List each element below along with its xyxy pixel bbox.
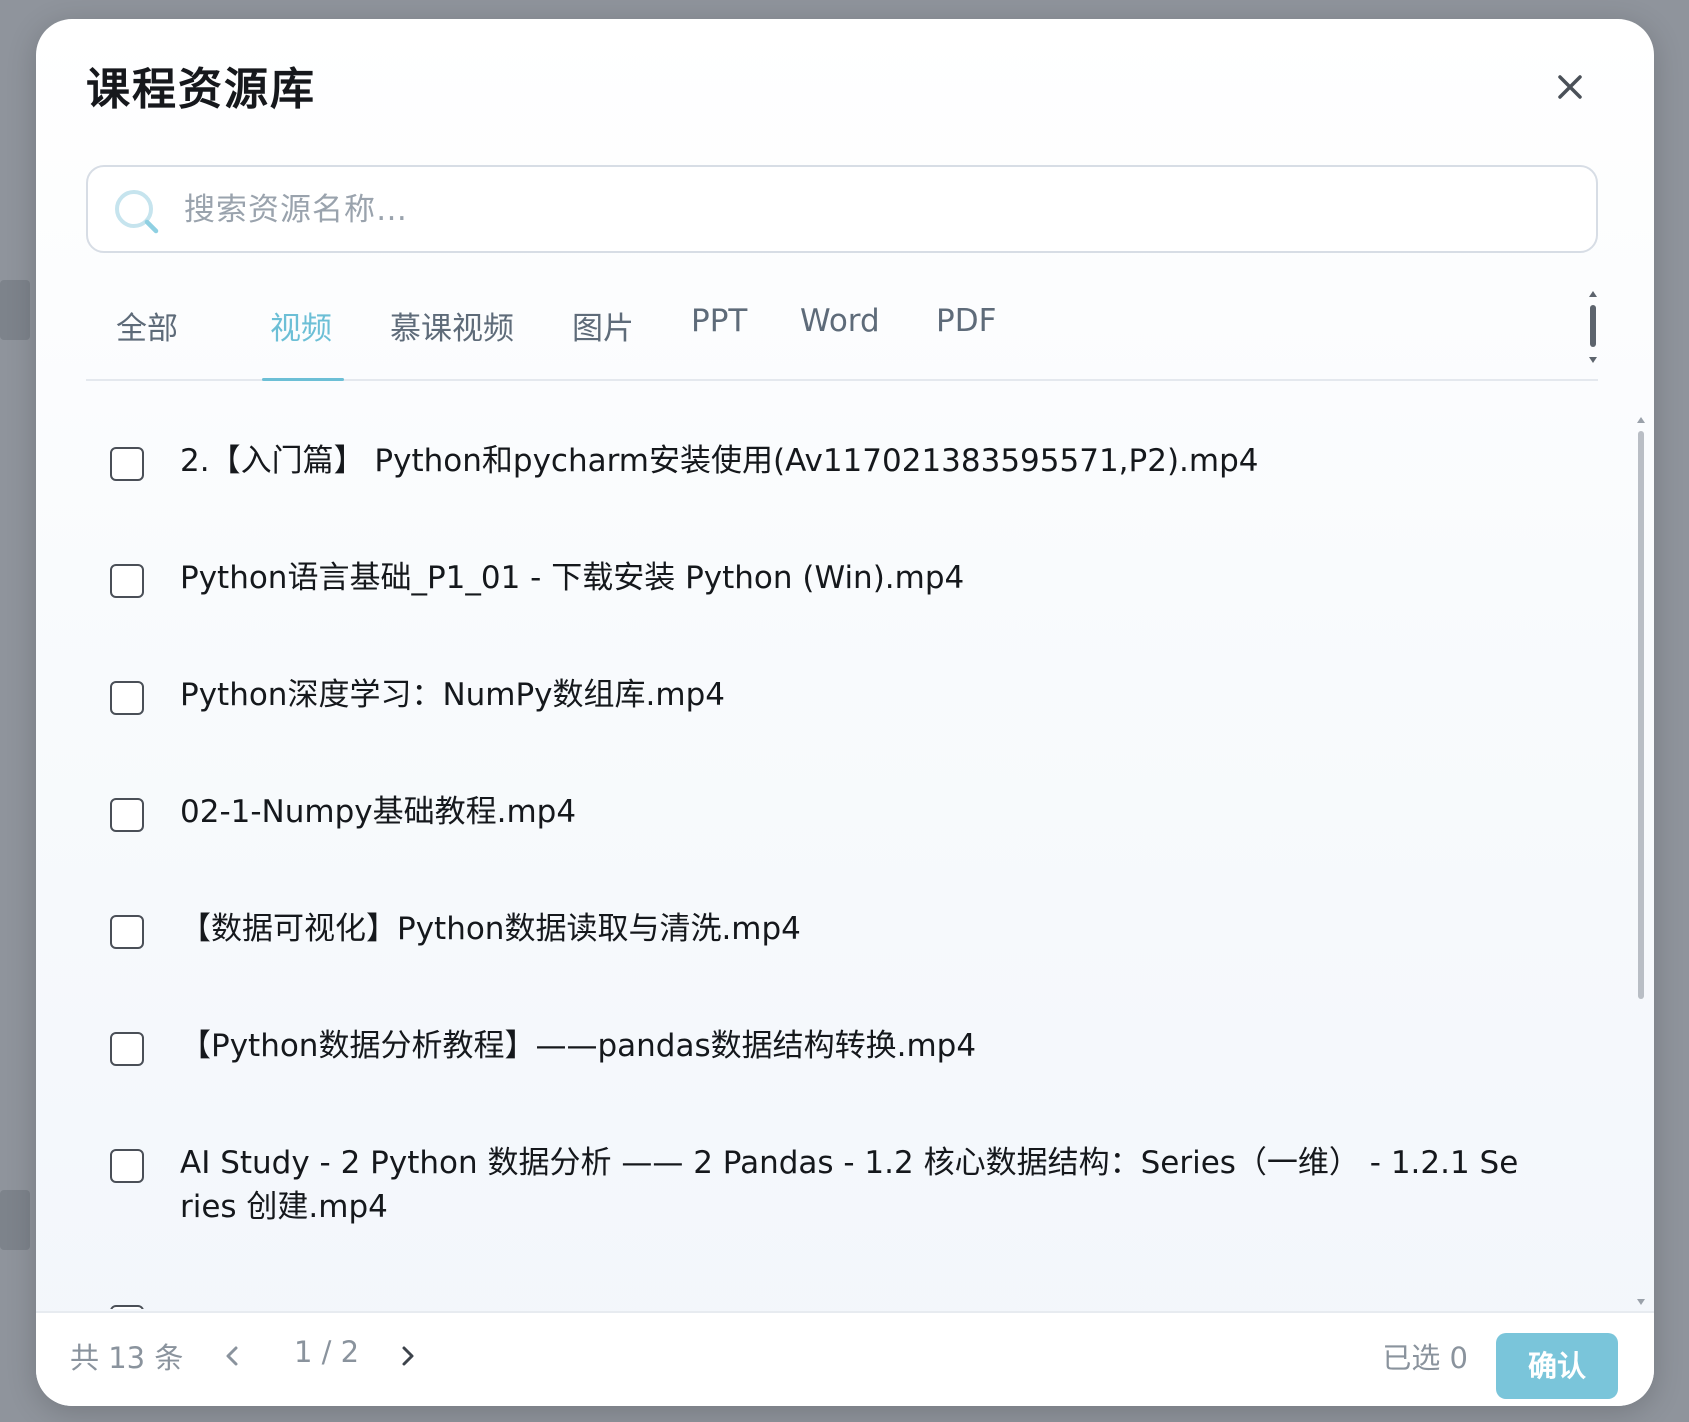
search-icon [112, 187, 162, 237]
resource-name: 02-1-Numpy基础教程.mp4 [180, 794, 577, 830]
search-input[interactable] [182, 175, 1566, 245]
list-scrollbar[interactable] [1634, 417, 1648, 1305]
tab-image[interactable]: 图片 [572, 303, 634, 348]
resource-list: 2.【入门篇】 Python和pycharm安装使用(Av11702138359… [86, 389, 1598, 1309]
resource-checkbox[interactable] [110, 564, 144, 598]
resource-checkbox[interactable] [110, 915, 144, 949]
page-indicator: 1 / 2 [294, 1335, 360, 1369]
active-tab-indicator [262, 378, 344, 381]
backdrop-artifact [0, 280, 30, 340]
resource-name: AI Study - 2 Python 数据分析 —— 2 Pandas - 1… [180, 1145, 1519, 1225]
total-count: 共 13 条 [70, 1341, 184, 1375]
resource-type-tabs: 全部 视频 慕课视频 图片 PPT Word PDF [86, 289, 1598, 381]
chevron-right-icon[interactable] [390, 1331, 426, 1381]
backdrop-artifact [0, 1190, 30, 1250]
resource-checkbox[interactable] [110, 1032, 144, 1066]
dialog-title: 课程资源库 [86, 64, 316, 115]
resource-library-dialog: 课程资源库 全部 视频 慕课视频 图片 PPT Word PDF [36, 19, 1654, 1406]
resource-name: Python深度学习：NumPy数组库.mp4 [180, 677, 725, 713]
resource-checkbox[interactable] [110, 798, 144, 832]
resource-checkbox[interactable] [110, 681, 144, 715]
resource-checkbox[interactable] [110, 1149, 144, 1183]
resource-checkbox[interactable] [110, 1305, 144, 1309]
tab-video[interactable]: 视频 [270, 303, 332, 348]
tab-mooc-video[interactable]: 慕课视频 [390, 303, 514, 348]
resource-name: Python语言基础_P1_01 - 下载安装 Python (Win).mp4 [180, 560, 965, 596]
selected-count: 已选 0 [1382, 1341, 1468, 1375]
confirm-button[interactable]: 确认 [1496, 1333, 1618, 1399]
resource-name: 【Python数据分析教程】——pandas数据结构转换.mp4 [180, 1028, 977, 1064]
resource-checkbox[interactable] [110, 447, 144, 481]
resource-name: 2.【入门篇】 Python和pycharm安装使用(Av11702138359… [180, 443, 1259, 479]
resource-name: 【数据可视化】Python数据读取与清洗.mp4 [180, 911, 801, 947]
chevron-left-icon[interactable] [214, 1331, 250, 1381]
tab-word[interactable]: Word [800, 303, 880, 339]
tab-pdf[interactable]: PDF [936, 303, 996, 339]
tabs-scrollbar[interactable] [1586, 291, 1600, 363]
tab-all[interactable]: 全部 [116, 303, 178, 348]
dialog-footer: 共 13 条 1 / 2 已选 0 确认 [36, 1311, 1654, 1406]
close-icon[interactable] [1548, 65, 1592, 109]
search-box [86, 165, 1598, 253]
tab-ppt[interactable]: PPT [691, 303, 747, 339]
